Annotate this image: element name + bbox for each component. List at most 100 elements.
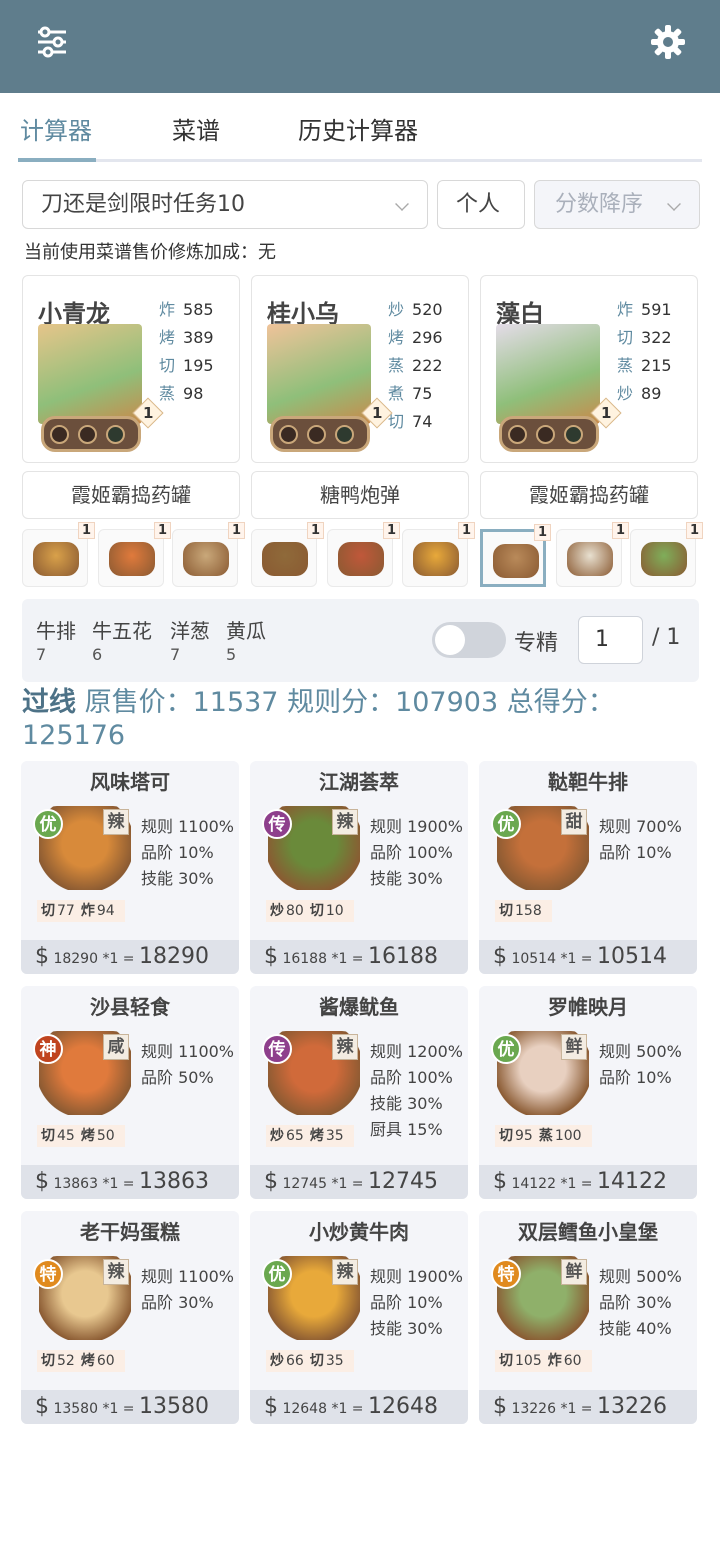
chevron-down-icon: [667, 197, 681, 211]
dish-thumbnail[interactable]: 1: [251, 522, 324, 587]
slot-icon[interactable]: [307, 425, 326, 444]
rule-line: 品阶 10%: [370, 1293, 443, 1312]
slot-icon[interactable]: [78, 425, 97, 444]
recipe-card[interactable]: 双层鳕鱼小皇堡 特 鲜 规则 500% 品阶 30% 技能 40% 切 105 炸 60 …: [479, 1211, 697, 1424]
chef-card[interactable]: 藻白 炸 591 切 322 蒸 215 炒 89 1: [480, 275, 698, 463]
skill-requirements: 切 77 炸 94: [37, 900, 125, 922]
rule-select[interactable]: 刀还是剑限时任务10: [22, 180, 428, 229]
price-bar: $ 10514 *1 = 10514: [479, 940, 697, 974]
recipe-card[interactable]: 罗帷映月 优 鲜 规则 500% 品阶 10% 切 95 蒸 100 $ 14122 *…: [479, 986, 697, 1199]
recipe-card[interactable]: 风味塔可 优 辣 规则 1100% 品阶 10% 技能 30% 切 77 炸 94 $ 1…: [21, 761, 239, 974]
sliders-icon[interactable]: [32, 22, 72, 62]
slot-icon[interactable]: [564, 425, 583, 444]
chef-avatar: [38, 324, 142, 424]
dish-count: 1: [77, 522, 95, 539]
recipe-card[interactable]: 老干妈蛋糕 特 辣 规则 1100% 品阶 30% 切 52 烤 60 $ 13580 …: [21, 1211, 239, 1424]
chef-dish-button-1[interactable]: 霞姬霸捣药罐: [22, 471, 240, 519]
recipe-rules: 规则 1100% 品阶 10% 技能 30%: [141, 814, 234, 892]
slot-icon[interactable]: [508, 425, 527, 444]
flavor-tag: 鲜: [561, 1259, 587, 1285]
tab-calculator[interactable]: 计算器: [20, 111, 92, 146]
slot-icon[interactable]: [536, 425, 555, 444]
slot-icon[interactable]: [279, 425, 298, 444]
slot-icon[interactable]: [335, 425, 354, 444]
ingredient-name: 洋葱: [170, 619, 210, 643]
dish-image: [493, 544, 539, 578]
rarity-badge: 传: [262, 1034, 292, 1064]
recipe-total: 10514: [597, 944, 667, 969]
rule-line: 品阶 30%: [141, 1293, 214, 1312]
score-summary: 过线 原售价：11537 规则分：107903 总得分：125176: [22, 686, 702, 752]
dish-thumbnail[interactable]: 1: [402, 522, 475, 587]
price-bar: $ 12745 *1 = 12745: [250, 1165, 468, 1199]
sort-select[interactable]: 分数降序: [534, 180, 700, 229]
flavor-tag: 辣: [332, 1034, 358, 1060]
rule-line: 规则 500%: [599, 1042, 682, 1061]
dish-image: [33, 542, 79, 576]
skill-requirements: 炒 65 烤 35: [266, 1125, 354, 1147]
gear-icon[interactable]: [648, 22, 688, 62]
recipe-card[interactable]: 小炒黄牛肉 优 辣 规则 1900% 品阶 10% 技能 30% 炒 66 切 35 $ …: [250, 1211, 468, 1424]
skill-requirements: 切 158: [495, 900, 552, 922]
equipment-slots[interactable]: [270, 416, 370, 452]
tab-history[interactable]: 历史计算器: [298, 111, 418, 146]
chef-stat: 烤 296: [388, 328, 443, 347]
slot-icon[interactable]: [50, 425, 69, 444]
dish-count: 1: [457, 522, 475, 539]
chef-dish-button-3[interactable]: 霞姬霸捣药罐: [480, 471, 698, 519]
tab-recipes[interactable]: 菜谱: [172, 111, 220, 146]
price-bar: $ 18290 *1 = 18290: [21, 940, 239, 974]
dish-thumbnail[interactable]: 1: [480, 524, 551, 587]
chef-stat: 炸 591: [617, 300, 672, 319]
recipe-card[interactable]: 沙县轻食 神 咸 规则 1100% 品阶 50% 切 45 烤 50 $ 13863 *…: [21, 986, 239, 1199]
ingredient-name: 牛排: [36, 619, 76, 643]
flavor-tag: 甜: [561, 809, 587, 835]
rarity-badge: 优: [262, 1259, 292, 1289]
rule-line: 品阶 10%: [599, 1068, 672, 1087]
chef-card[interactable]: 桂小乌 炒 520 烤 296 蒸 222 煮 75 切 74 1: [251, 275, 469, 463]
chef-stat: 蒸 215: [617, 356, 672, 375]
dish-thumbnail[interactable]: 1: [172, 522, 245, 587]
special-toggle[interactable]: [432, 622, 506, 658]
slot-icon[interactable]: [106, 425, 125, 444]
equipment-slots[interactable]: [41, 416, 141, 452]
chef-stat: 烤 389: [159, 328, 214, 347]
dish-count: 1: [611, 522, 629, 539]
special-total: / 1: [652, 625, 681, 650]
chef-card[interactable]: 小青龙 炸 585 烤 389 切 195 蒸 98 1: [22, 275, 240, 463]
skill-requirements: 炒 80 切 10: [266, 900, 354, 922]
rule-line: 技能 30%: [370, 1094, 443, 1113]
dish-thumbnail[interactable]: 1: [630, 522, 703, 587]
price-bar: $ 13226 *1 = 13226: [479, 1390, 697, 1424]
chef-stat: 炸 585: [159, 300, 214, 319]
recipe-rules: 规则 1100% 品阶 30%: [141, 1264, 234, 1316]
chef-dish-button-2[interactable]: 糖鸭炮弹: [251, 471, 469, 519]
dish-image: [338, 542, 384, 576]
chef-stat: 煮 75: [388, 384, 433, 403]
special-input[interactable]: 1: [578, 616, 643, 664]
chef-avatar: [496, 324, 600, 424]
recipe-rules: 规则 1900% 品阶 10% 技能 30%: [370, 1264, 463, 1342]
dish-thumbnail[interactable]: 1: [22, 522, 95, 587]
dish-thumbnail[interactable]: 1: [98, 522, 171, 587]
dish-image: [262, 542, 308, 576]
chef-stat: 切 322: [617, 328, 672, 347]
recipe-card[interactable]: 鞑靼牛排 优 甜 规则 700% 品阶 10% 切 158 $ 10514 *1 =…: [479, 761, 697, 974]
recipe-card[interactable]: 酱爆鱿鱼 传 辣 规则 1200% 品阶 100% 技能 30% 厨具 15% 炒 65…: [250, 986, 468, 1199]
rule-line: 品阶 50%: [141, 1068, 214, 1087]
rule-line: 厨具 15%: [370, 1120, 443, 1139]
skill-requirements: 切 45 烤 50: [37, 1125, 125, 1147]
flavor-tag: 鲜: [561, 1034, 587, 1060]
dish-count: 1: [382, 522, 400, 539]
mode-button[interactable]: 个人: [437, 180, 525, 229]
top-bar: [0, 0, 720, 93]
ingredient-count: 7: [170, 645, 181, 664]
recipe-rules: 规则 1100% 品阶 50%: [141, 1039, 234, 1091]
equipment-slots[interactable]: [499, 416, 599, 452]
rule-line: 规则 1100%: [141, 1042, 235, 1061]
recipe-card[interactable]: 江湖荟萃 传 辣 规则 1900% 品阶 100% 技能 30% 炒 80 切 10 $ …: [250, 761, 468, 974]
dish-thumbnail[interactable]: 1: [327, 522, 400, 587]
ingredient-name: 黄瓜: [226, 619, 266, 643]
dish-thumbnail[interactable]: 1: [556, 522, 629, 587]
rule-line: 规则 1100%: [141, 817, 235, 836]
